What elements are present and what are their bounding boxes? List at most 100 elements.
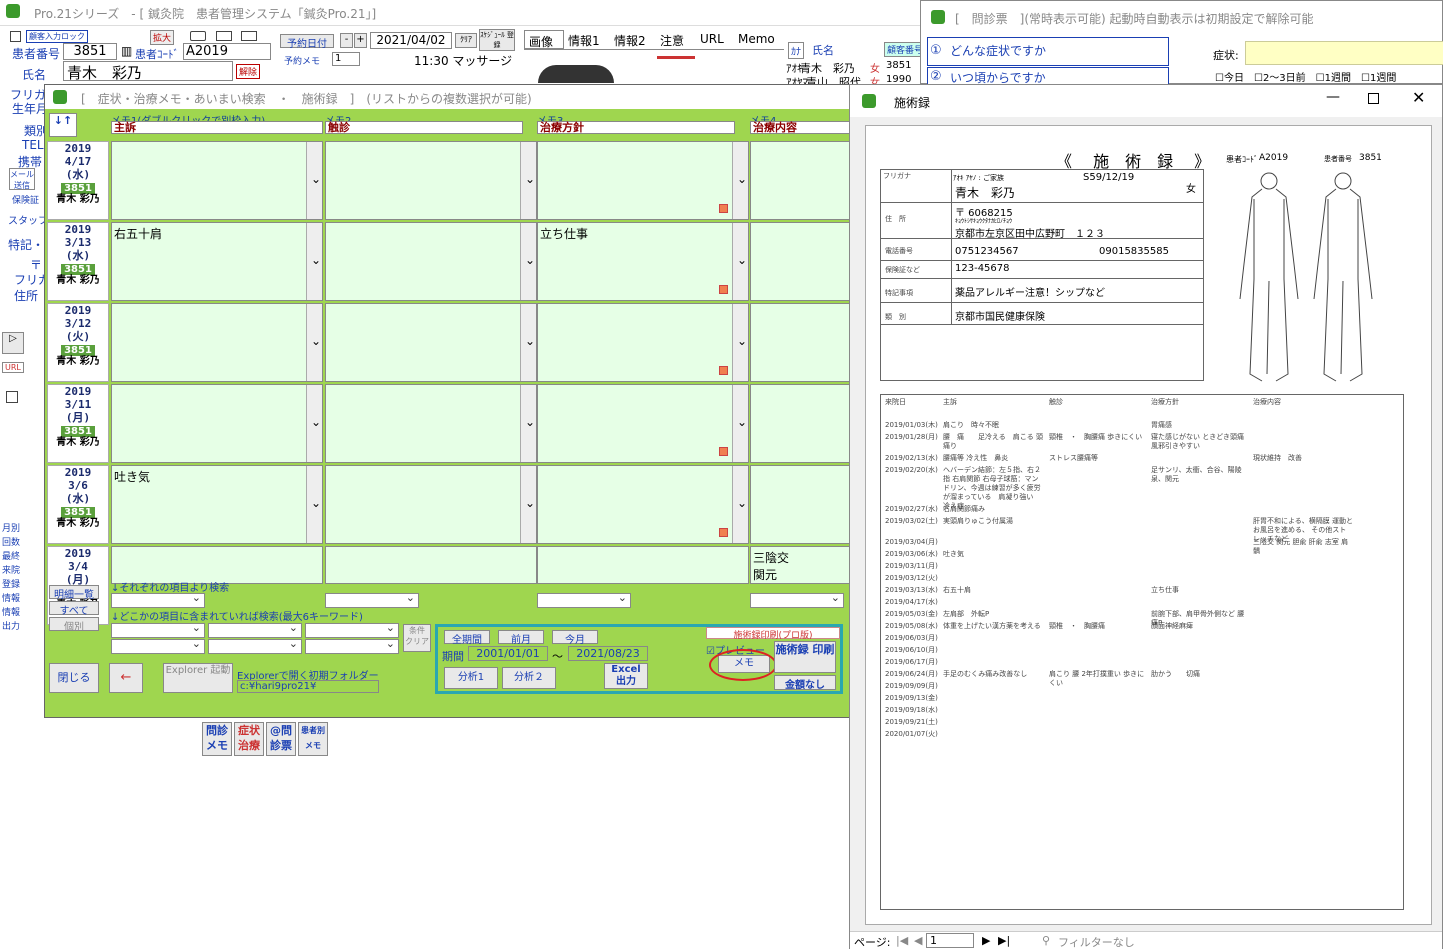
minimize-icon[interactable]: — (1326, 89, 1340, 105)
side-button-7[interactable]: 情報 (2, 606, 24, 620)
memo-cell-4[interactable] (750, 303, 850, 382)
this-month-button[interactable]: 今月 (552, 630, 598, 646)
memo-cell-4[interactable] (750, 222, 850, 301)
keyword-1[interactable] (111, 621, 205, 638)
memo-cell-2[interactable] (325, 384, 537, 463)
radio-2[interactable] (216, 31, 232, 41)
side-button-1[interactable]: 月別 (2, 522, 24, 536)
memo-cell-4[interactable] (750, 141, 850, 220)
chevron-down-icon[interactable] (520, 223, 536, 300)
memo-cell-3[interactable] (537, 141, 749, 220)
memo-cell-1[interactable] (111, 141, 323, 220)
all-button[interactable]: すべて (49, 601, 99, 617)
note-icon[interactable] (719, 204, 728, 213)
keyword-4[interactable] (111, 637, 205, 654)
memo-cell-1[interactable]: 吐き気 (111, 465, 323, 544)
date-cell[interactable]: 2019 3/6 (水) 3851 青木 彩乃 (47, 465, 109, 544)
side-button-3[interactable]: 最終 (2, 550, 24, 564)
memo-cell-3[interactable] (537, 546, 749, 584)
prev-page-icon[interactable]: ◀ (914, 934, 922, 947)
memo-cell-3[interactable] (537, 465, 749, 544)
tab-memo[interactable]: Memo (734, 30, 778, 49)
note-icon[interactable] (719, 366, 728, 375)
plus-button[interactable]: + (354, 33, 367, 48)
url-button[interactable]: URL (2, 362, 24, 373)
memo-cell-1[interactable]: 右五十肩 (111, 222, 323, 301)
last-page-icon[interactable]: ▶| (998, 934, 1010, 947)
radio-1[interactable] (190, 31, 206, 41)
lock-checkbox[interactable] (10, 31, 21, 42)
explorer-button[interactable]: Explorer 起動 (163, 663, 233, 693)
period-from-field[interactable]: 2001/01/01 (468, 646, 548, 661)
tab-url[interactable]: URL (696, 30, 734, 49)
tab-info1[interactable]: 情報1 (564, 30, 610, 49)
search-each-3[interactable] (537, 591, 631, 608)
memo-cell-4[interactable]: 三陰交 関元 (750, 546, 850, 584)
reserve-clear-button[interactable]: ｸﾘｱ (455, 33, 477, 48)
memo-cell-3[interactable] (537, 303, 749, 382)
note-icon[interactable] (719, 285, 728, 294)
radio-3[interactable] (241, 31, 257, 41)
interview-memo-button[interactable]: 問診 メモ (202, 722, 232, 756)
keyword-6[interactable] (305, 637, 399, 654)
reserve-date-field[interactable]: 2021/04/02 (370, 32, 452, 49)
keyword-2[interactable] (208, 621, 302, 638)
side-button-6[interactable]: 情報 (2, 592, 24, 606)
memo-cell-2[interactable] (325, 141, 537, 220)
back-button[interactable]: ← (109, 663, 143, 693)
tab-image[interactable]: 画像 (524, 30, 564, 49)
date-cell[interactable]: 2019 4/17 (水) 3851 青木 彩乃 (47, 141, 109, 220)
patient-memo-button[interactable]: 患者別 メモ (298, 722, 328, 756)
chevron-down-icon[interactable] (732, 223, 748, 300)
option-1-week[interactable]: ☐1週間 (1316, 69, 1351, 84)
note-icon[interactable] (719, 447, 728, 456)
side-button-5[interactable]: 登録 (2, 578, 24, 592)
date-cell[interactable]: 2019 3/11 (月) 3851 青木 彩乃 (47, 384, 109, 463)
chevron-down-icon[interactable] (306, 466, 322, 543)
chevron-down-icon[interactable] (306, 385, 322, 462)
symptom-treatment-button[interactable]: 症状 治療 (234, 722, 264, 756)
individual-button[interactable]: 個別 (49, 617, 99, 633)
patient-no-field[interactable]: 3851 (63, 43, 117, 60)
analysis-1-button[interactable]: 分析1 (444, 667, 498, 689)
reserve-date-button[interactable]: 予約日付 (280, 34, 334, 50)
name-field[interactable]: 青木 彩乃 (63, 61, 233, 82)
enlarge-button[interactable]: 拡大 (150, 30, 175, 45)
memo-cell-2[interactable] (325, 303, 537, 382)
chevron-down-icon[interactable] (306, 304, 322, 381)
date-cell[interactable]: 2019 3/13 (水) 3851 青木 彩乃 (47, 222, 109, 301)
memo-cell-4[interactable] (750, 465, 850, 544)
mail-button[interactable]: メール 送信 (9, 168, 35, 190)
chevron-down-icon[interactable] (732, 385, 748, 462)
close-icon[interactable]: ✕ (1412, 88, 1425, 107)
tab-info2[interactable]: 情報2 (610, 30, 656, 49)
memo-cell-3[interactable]: 立ち仕事 (537, 222, 749, 301)
memo-cell-1[interactable] (111, 303, 323, 382)
condition-clear-button[interactable]: 条件 クリア (403, 624, 431, 652)
tab-caution[interactable]: 注意 (656, 30, 696, 49)
chevron-down-icon[interactable] (520, 385, 536, 462)
print-record-button[interactable]: 施術録 印刷 (774, 641, 836, 673)
memo-cell-2[interactable] (325, 465, 537, 544)
option-2-3-days[interactable]: ☐2～3日前 (1254, 69, 1306, 84)
option-1-week-b[interactable]: ☐1週間 (1361, 69, 1396, 84)
search-each-2[interactable] (325, 591, 419, 608)
note-icon[interactable] (719, 528, 728, 537)
chevron-down-icon[interactable] (520, 466, 536, 543)
web-interview-button[interactable]: @問 診票 (266, 722, 296, 756)
chevron-down-icon[interactable] (520, 142, 536, 219)
question-2-row[interactable]: ② いつ頃からですか (927, 67, 1169, 85)
schedule-button[interactable]: ｽｹｼﾞｭｰﾙ 登録 (479, 29, 515, 51)
play-icon[interactable]: ▷ (2, 332, 24, 354)
release-button[interactable]: 解除 (236, 64, 261, 79)
keyword-5[interactable] (208, 637, 302, 654)
no-amount-button[interactable]: 金額なし (774, 675, 836, 691)
symptom-input[interactable] (1245, 41, 1443, 65)
chevron-down-icon[interactable] (520, 304, 536, 381)
memo-cell-1[interactable] (111, 384, 323, 463)
close-button[interactable]: 閉じる (49, 663, 99, 693)
memo-cell-3[interactable] (537, 384, 749, 463)
side-button-2[interactable]: 回数 (2, 536, 24, 550)
explorer-folder-field[interactable]: c:¥hari9pro21¥ (237, 680, 379, 693)
chevron-down-icon[interactable] (732, 304, 748, 381)
